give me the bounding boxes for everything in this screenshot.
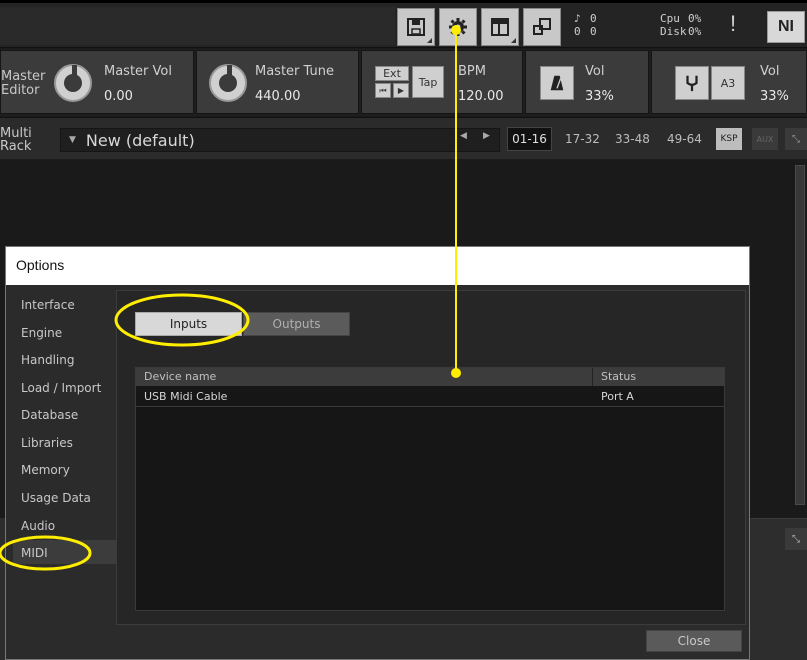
ni-logo[interactable]: NI xyxy=(767,11,805,43)
tempo-panel: Ext ⏮ ▶ Tap BPM 120.00 xyxy=(361,50,523,114)
main-toolbar: ♪ 0 0 0 Cpu 0% Disk 0% ! NI xyxy=(0,0,807,48)
gear-icon xyxy=(449,18,467,36)
metronome-panel: Vol 33% xyxy=(525,50,649,114)
master-vol-label: Master Vol xyxy=(104,64,172,79)
nav-libraries[interactable]: Libraries xyxy=(21,436,73,450)
performance-meters: ♪ 0 0 0 Cpu 0% Disk 0% xyxy=(570,13,730,43)
master-tune-value[interactable]: 440.00 xyxy=(255,89,301,104)
cpu-value: 0% xyxy=(688,12,702,25)
tab-outputs[interactable]: Outputs xyxy=(243,312,350,336)
table-row[interactable]: USB Midi Cable Port A xyxy=(136,386,724,407)
skip-back-icon[interactable]: ⏮ xyxy=(375,83,391,98)
save-icon xyxy=(407,18,425,36)
tap-tempo-button[interactable]: Tap xyxy=(412,66,444,98)
midi-device-table: Device name Status USB Midi Cable Port A xyxy=(135,367,725,611)
dropdown-corner-icon xyxy=(427,38,432,43)
preset-selector[interactable]: ▼ New (default) xyxy=(60,128,500,152)
nav-load-import[interactable]: Load / Import xyxy=(21,381,101,395)
cpu-label: Cpu xyxy=(660,12,680,25)
view-layout-button[interactable] xyxy=(481,8,519,46)
dropdown-corner-icon xyxy=(511,38,516,43)
minimize-view-button[interactable] xyxy=(523,8,561,46)
device-name-cell: USB Midi Cable xyxy=(144,390,228,403)
rack-label-2: Rack xyxy=(0,139,32,154)
master-vol-panel: Master Editor Master Vol 0.00 xyxy=(0,50,194,114)
tuning-fork-icon[interactable] xyxy=(675,66,709,100)
col-status[interactable]: Status xyxy=(601,370,636,383)
nav-midi[interactable]: MIDI xyxy=(21,546,48,560)
knob-notch-icon xyxy=(72,65,77,75)
nav-memory[interactable]: Memory xyxy=(21,463,70,477)
nav-handling[interactable]: Handling xyxy=(21,353,75,367)
tuner-panel: A3 Vol 33% xyxy=(651,50,807,114)
nav-interface[interactable]: Interface xyxy=(21,298,75,312)
nav-engine[interactable]: Engine xyxy=(21,326,62,340)
warning-icon[interactable]: ! xyxy=(730,11,736,37)
meter-row2-b: 0 xyxy=(590,25,597,38)
page-49-64[interactable]: 49-64 xyxy=(667,132,702,146)
tuner-note-display[interactable]: A3 xyxy=(711,66,745,100)
window-resize-icon xyxy=(533,18,551,35)
page-33-48[interactable]: 33-48 xyxy=(615,132,650,146)
metronome-vol-label: Vol xyxy=(585,64,605,79)
layout-icon xyxy=(491,18,509,36)
master-editor-label-2: Editor xyxy=(1,83,40,98)
options-dialog: Options Interface Engine Handling Load /… xyxy=(5,246,750,660)
options-button[interactable] xyxy=(439,8,477,46)
voices-icon: ♪ xyxy=(574,12,581,25)
nav-database[interactable]: Database xyxy=(21,408,78,422)
page-01-16[interactable]: 01-16 xyxy=(507,127,552,151)
aux-button[interactable]: AUX xyxy=(752,128,778,150)
expand-icon[interactable]: ⤡ xyxy=(785,528,807,550)
meter-row2-a: 0 xyxy=(574,25,581,38)
master-vol-knob[interactable] xyxy=(54,64,92,102)
nav-audio[interactable]: Audio xyxy=(21,519,55,533)
bpm-label: BPM xyxy=(458,64,486,79)
voices-count: 0 xyxy=(590,12,597,25)
chevron-down-icon: ▼ xyxy=(69,135,76,145)
dialog-title: Options xyxy=(6,247,749,285)
ksp-button[interactable]: KSP xyxy=(716,128,742,150)
next-page-icon[interactable]: ▶ xyxy=(483,131,490,141)
tuner-vol-label: Vol xyxy=(760,64,780,79)
prev-page-icon[interactable]: ◀ xyxy=(460,131,467,141)
status-cell[interactable]: Port A xyxy=(601,390,634,403)
tab-inputs[interactable]: Inputs xyxy=(135,312,242,336)
col-device-name[interactable]: Device name xyxy=(144,370,216,383)
preset-name: New (default) xyxy=(85,130,195,150)
bpm-value[interactable]: 120.00 xyxy=(458,89,504,104)
close-button[interactable]: Close xyxy=(646,630,742,652)
rack-header: Multi Rack ▼ New (default) ◀ ▶ 17-32 33-… xyxy=(0,117,807,159)
page-17-32[interactable]: 17-32 xyxy=(565,132,600,146)
options-nav: Interface Engine Handling Load / Import … xyxy=(13,290,116,562)
metronome-vol-value[interactable]: 33% xyxy=(585,89,614,104)
master-tune-knob[interactable] xyxy=(209,64,247,102)
master-tune-panel: Master Tune 440.00 xyxy=(196,50,359,114)
master-strip: Master Editor Master Vol 0.00 Master Tun… xyxy=(0,49,807,116)
rack-scrollbar[interactable] xyxy=(795,165,805,505)
nav-usage-data[interactable]: Usage Data xyxy=(21,491,91,505)
knob-notch-icon xyxy=(227,65,232,75)
master-vol-value[interactable]: 0.00 xyxy=(104,89,133,104)
disk-label: Disk xyxy=(660,25,687,38)
tuner-vol-value[interactable]: 33% xyxy=(760,89,789,104)
master-editor-label-1: Master xyxy=(1,69,46,84)
metronome-icon[interactable] xyxy=(540,66,574,100)
collapse-icon[interactable]: ⤡ xyxy=(785,128,807,150)
save-button[interactable] xyxy=(397,8,435,46)
play-icon[interactable]: ▶ xyxy=(393,83,409,98)
master-tune-label: Master Tune xyxy=(255,64,334,79)
disk-value: 0% xyxy=(688,25,702,38)
toolbar-spacer xyxy=(0,7,395,45)
column-divider[interactable] xyxy=(592,368,593,386)
table-header: Device name Status xyxy=(136,368,724,386)
ext-sync-button[interactable]: Ext xyxy=(375,66,409,81)
